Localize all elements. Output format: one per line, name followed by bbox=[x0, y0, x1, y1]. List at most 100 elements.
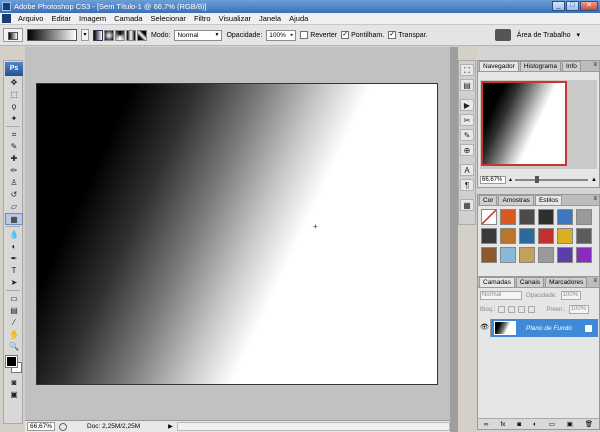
panel-menu-icon[interactable]: ≡ bbox=[593, 62, 597, 68]
brushes-dock-icon[interactable]: ✎ bbox=[460, 129, 474, 141]
eyedropper-tool[interactable]: ⁄ bbox=[5, 317, 23, 329]
workspace-icon[interactable] bbox=[494, 29, 511, 41]
character-dock-icon[interactable]: A bbox=[460, 164, 474, 176]
style-swatch[interactable] bbox=[500, 247, 516, 263]
lock-position-icon[interactable] bbox=[518, 306, 526, 313]
style-swatch[interactable] bbox=[519, 209, 535, 225]
style-swatch[interactable] bbox=[576, 228, 592, 244]
blur-tool[interactable]: 💧 bbox=[5, 229, 23, 241]
menu-filtro[interactable]: Filtro bbox=[190, 14, 215, 23]
transparency-option[interactable]: ✓ Transpar. bbox=[388, 31, 428, 39]
shape-tool[interactable]: ▭ bbox=[5, 293, 23, 305]
close-button[interactable]: ✕ bbox=[580, 1, 598, 11]
history-dock-icon[interactable]: ▤ bbox=[460, 79, 474, 91]
notes-tool[interactable]: ▤ bbox=[5, 305, 23, 317]
linear-gradient-button[interactable] bbox=[93, 29, 103, 41]
tab-amostras[interactable]: Amostras bbox=[498, 195, 534, 205]
style-swatch[interactable] bbox=[500, 228, 516, 244]
quick-mask-icon[interactable]: ◙ bbox=[5, 377, 23, 389]
lock-transparency-icon[interactable] bbox=[498, 306, 506, 313]
brush-tool[interactable]: ✏ bbox=[5, 165, 23, 177]
mask-icon[interactable]: ◙ bbox=[517, 421, 521, 428]
lasso-tool[interactable]: ϙ bbox=[5, 101, 23, 113]
reverse-option[interactable]: Reverter bbox=[300, 31, 337, 39]
horizontal-scrollbar[interactable] bbox=[176, 422, 450, 431]
type-tool[interactable]: T bbox=[5, 265, 23, 277]
tab-histograma[interactable]: Histograma bbox=[519, 61, 562, 71]
tab-navegador[interactable]: Navegador bbox=[479, 61, 519, 71]
clone-source-dock-icon[interactable]: ⊕ bbox=[460, 144, 474, 156]
marquee-tool[interactable]: ⬚ bbox=[5, 89, 23, 101]
eye-icon[interactable]: 👁 bbox=[479, 319, 491, 337]
menu-camada[interactable]: Camada bbox=[110, 14, 146, 23]
style-swatch[interactable] bbox=[557, 247, 573, 263]
paragraph-dock-icon[interactable]: ¶ bbox=[460, 179, 474, 191]
link-layers-icon[interactable]: ∞ bbox=[484, 421, 489, 428]
status-info-icon[interactable] bbox=[59, 422, 67, 431]
style-swatch[interactable] bbox=[481, 209, 497, 225]
gradient-dropdown-arrow[interactable]: ▾ bbox=[81, 29, 89, 41]
group-icon[interactable]: ▭ bbox=[549, 420, 555, 428]
lock-all-icon[interactable] bbox=[528, 306, 536, 313]
menu-selecionar[interactable]: Selecionar bbox=[146, 14, 189, 23]
reverse-checkbox[interactable] bbox=[300, 31, 309, 39]
panel-menu-icon[interactable]: ≡ bbox=[593, 196, 597, 202]
layer-comps-dock-icon[interactable]: ▦ bbox=[460, 199, 474, 211]
zoom-field[interactable]: 66,67% bbox=[27, 422, 55, 431]
history-brush-tool[interactable]: ↺ bbox=[5, 189, 23, 201]
navigator-zoom-field[interactable]: 66,67% bbox=[480, 175, 506, 184]
dither-checkbox[interactable]: ✓ bbox=[341, 31, 350, 39]
gradient-picker[interactable] bbox=[27, 29, 77, 41]
hand-tool[interactable]: ✋ bbox=[5, 329, 23, 341]
fill-field[interactable]: 100% bbox=[568, 305, 589, 314]
menu-janela[interactable]: Janela bbox=[255, 14, 285, 23]
navigator-zoom-slider[interactable] bbox=[515, 175, 589, 183]
gradient-tool[interactable]: ▦ bbox=[5, 213, 23, 225]
actions-dock-icon[interactable]: ▶ bbox=[460, 99, 474, 111]
menu-ajuda[interactable]: Ajuda bbox=[285, 14, 312, 23]
style-swatch[interactable] bbox=[538, 247, 554, 263]
tool-presets-dock-icon[interactable]: ✂ bbox=[460, 114, 474, 126]
status-menu-arrow-icon[interactable]: ▶ bbox=[168, 423, 173, 430]
style-swatch[interactable] bbox=[500, 209, 516, 225]
tab-canais[interactable]: Canais bbox=[515, 277, 545, 287]
angle-gradient-button[interactable] bbox=[115, 29, 125, 41]
tab-camadas[interactable]: Camadas bbox=[479, 277, 515, 287]
trash-icon[interactable]: 🗑 bbox=[585, 420, 593, 428]
radial-gradient-button[interactable] bbox=[104, 29, 114, 41]
new-layer-icon[interactable]: ▣ bbox=[567, 420, 573, 428]
layer-row[interactable]: 👁 Plano de Fundo bbox=[479, 319, 598, 337]
zoom-tool[interactable]: 🔍 bbox=[5, 341, 23, 353]
screen-mode-icon[interactable]: ▣ bbox=[5, 389, 23, 401]
tool-preset-picker[interactable] bbox=[3, 28, 23, 42]
clone-stamp-tool[interactable]: ♙ bbox=[5, 177, 23, 189]
diamond-gradient-button[interactable] bbox=[137, 29, 147, 41]
navigator-view-box[interactable] bbox=[481, 81, 567, 166]
style-swatch[interactable] bbox=[519, 228, 535, 244]
workspace-menu[interactable]: Área de Trabalho bbox=[517, 32, 571, 39]
foreground-color[interactable] bbox=[5, 355, 18, 368]
adjustment-icon[interactable]: ◐ bbox=[533, 421, 537, 428]
style-swatch[interactable] bbox=[576, 247, 592, 263]
slider-knob[interactable] bbox=[535, 175, 540, 183]
reflected-gradient-button[interactable] bbox=[126, 29, 136, 41]
lock-pixels-icon[interactable] bbox=[508, 306, 516, 313]
pen-tool[interactable]: ✒ bbox=[5, 253, 23, 265]
ps-badge[interactable]: Ps bbox=[5, 62, 23, 76]
tab-estilos[interactable]: Estilos bbox=[534, 195, 563, 205]
mode-select[interactable]: Normal ▼ bbox=[174, 29, 223, 41]
menu-arquivo[interactable]: Arquivo bbox=[14, 14, 47, 23]
dither-option[interactable]: ✓ Pontilham. bbox=[341, 31, 384, 39]
style-swatch[interactable] bbox=[557, 209, 573, 225]
style-swatch[interactable] bbox=[576, 209, 592, 225]
opacity-field[interactable]: 100% ▸ bbox=[266, 29, 297, 41]
tab-info[interactable]: Info bbox=[562, 61, 581, 71]
crop-tool[interactable]: ⌗ bbox=[5, 129, 23, 141]
slice-tool[interactable]: ✎ bbox=[5, 141, 23, 153]
ps-menu-icon[interactable] bbox=[2, 14, 11, 23]
fx-icon[interactable]: fx bbox=[500, 421, 505, 428]
navigator-dock-icon[interactable]: ⛶ bbox=[460, 64, 474, 76]
menu-imagem[interactable]: Imagem bbox=[75, 14, 110, 23]
healing-brush-tool[interactable]: ✚ bbox=[5, 153, 23, 165]
path-selection-tool[interactable]: ➤ bbox=[5, 277, 23, 289]
